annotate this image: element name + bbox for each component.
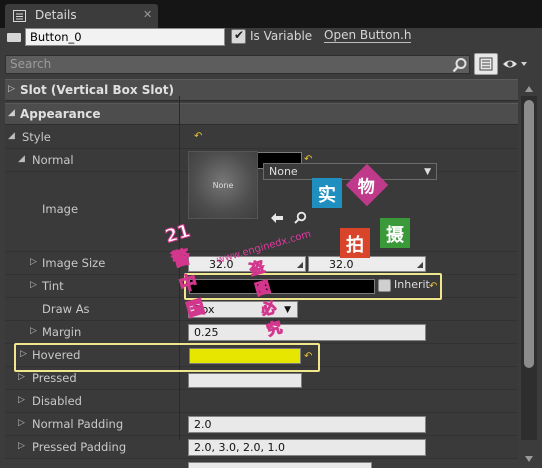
row-pressed-padding-label: Pressed Padding bbox=[32, 440, 127, 454]
watermark-tile-text: 摄 bbox=[386, 225, 404, 246]
browse-magnifier-icon[interactable] bbox=[294, 211, 307, 224]
image-asset-dropdown[interactable]: None ▼ bbox=[263, 163, 437, 180]
expand-arrow-icon: ▷ bbox=[30, 326, 37, 336]
property-matrix-button[interactable] bbox=[474, 53, 498, 75]
row-style-label: Style bbox=[22, 130, 51, 144]
resize-grip-icon: ◢ bbox=[416, 260, 423, 269]
tab-bar: Details ✕ bbox=[0, 0, 542, 28]
margin-field[interactable]: 0.25 bbox=[188, 324, 426, 341]
expand-arrow-icon: ▷ bbox=[18, 418, 25, 428]
expand-arrow-icon: ▷ bbox=[8, 84, 15, 94]
scroll-up-arrow-icon[interactable] bbox=[524, 84, 534, 94]
watermark-tile-text: 物 bbox=[357, 177, 375, 198]
pressed-color-swatch[interactable] bbox=[188, 373, 302, 388]
hovered-color-swatch[interactable] bbox=[189, 348, 301, 364]
chevron-down-icon: ▼ bbox=[424, 167, 431, 177]
row-margin-label: Margin bbox=[42, 325, 82, 339]
tint-color-swatch[interactable] bbox=[189, 279, 375, 294]
scrollbar-thumb[interactable] bbox=[524, 100, 534, 368]
collapse-arrow-icon: ◢ bbox=[18, 154, 25, 164]
next-property-field[interactable] bbox=[188, 462, 372, 468]
expand-arrow-icon: ▷ bbox=[30, 280, 37, 290]
collapse-arrow-icon: ◢ bbox=[8, 131, 15, 141]
inherit-label: Inherit bbox=[394, 278, 430, 291]
row-normal-padding-label: Normal Padding bbox=[32, 417, 124, 431]
close-icon[interactable]: ✕ bbox=[143, 8, 152, 21]
is-variable-label: Is Variable bbox=[250, 29, 313, 43]
check-icon: ✔ bbox=[234, 28, 245, 42]
image-thumbnail[interactable]: None bbox=[188, 151, 258, 219]
expand-arrow-icon: ▷ bbox=[18, 395, 25, 405]
reset-arrow-icon[interactable]: ↶ bbox=[304, 352, 314, 362]
inherit-checkbox[interactable] bbox=[378, 279, 391, 292]
resize-grip-icon: ◢ bbox=[296, 260, 303, 269]
eye-icon[interactable] bbox=[502, 57, 528, 71]
watermark-tile-text: 拍 bbox=[346, 235, 364, 256]
row-tint-label: Tint bbox=[42, 279, 64, 293]
reset-arrow-icon[interactable]: ↶ bbox=[194, 132, 204, 142]
list-view-icon bbox=[479, 57, 493, 71]
tab-details[interactable]: Details ✕ bbox=[5, 4, 158, 28]
scrollbar-track[interactable] bbox=[521, 96, 537, 440]
pressed-padding-field[interactable]: 2.0, 3.0, 2.0, 1.0 bbox=[188, 439, 426, 456]
row-image-size-label: Image Size bbox=[42, 256, 106, 270]
details-icon bbox=[13, 10, 26, 22]
normal-padding-field[interactable]: 2.0 bbox=[188, 416, 426, 433]
row-pressed-label: Pressed bbox=[32, 371, 77, 385]
expand-arrow-icon: ▷ bbox=[18, 372, 25, 382]
row-disabled-label: Disabled bbox=[32, 394, 82, 408]
row-image: Image bbox=[5, 172, 518, 252]
expand-arrow-icon: ▷ bbox=[30, 257, 37, 267]
open-button-link[interactable]: Open Button.h bbox=[324, 28, 412, 43]
image-thumbnail-label: None bbox=[212, 181, 234, 190]
widget-name-input[interactable]: Button_0 bbox=[25, 28, 225, 46]
widget-icon bbox=[7, 33, 21, 42]
watermark-tile-green: 摄 bbox=[380, 218, 410, 248]
search-input[interactable]: Search bbox=[5, 55, 470, 74]
row-disabled[interactable]: ▷ Disabled bbox=[5, 390, 518, 413]
chevron-down-icon: ▼ bbox=[284, 305, 291, 315]
image-asset-value: None bbox=[269, 165, 298, 178]
search-placeholder: Search bbox=[10, 57, 52, 71]
scroll-down-arrow-icon[interactable] bbox=[524, 454, 534, 464]
image-size-y-value: 32.0 bbox=[329, 258, 354, 271]
reset-arrow-icon[interactable]: ↶ bbox=[429, 282, 439, 292]
row-draw-as-label: Draw As bbox=[42, 302, 90, 316]
is-variable-checkbox[interactable]: ✔ bbox=[231, 28, 246, 44]
row-style[interactable]: ◢ Style bbox=[5, 126, 518, 149]
section-slot-label: Slot (Vertical Box Slot) bbox=[20, 83, 174, 97]
watermark-tile-blue: 实 bbox=[312, 178, 342, 208]
row-normal-label: Normal bbox=[32, 153, 74, 167]
image-size-y-field[interactable]: 32.0 ◢ bbox=[308, 256, 426, 272]
watermark-tile-text: 实 bbox=[318, 185, 336, 206]
expand-arrow-icon: ▷ bbox=[18, 441, 25, 451]
row-image-label: Image bbox=[42, 202, 79, 216]
use-selected-arrow-icon[interactable] bbox=[270, 212, 284, 224]
tab-title: Details bbox=[35, 8, 77, 22]
watermark-tile-red: 拍 bbox=[340, 228, 370, 258]
search-icon[interactable] bbox=[452, 57, 468, 73]
